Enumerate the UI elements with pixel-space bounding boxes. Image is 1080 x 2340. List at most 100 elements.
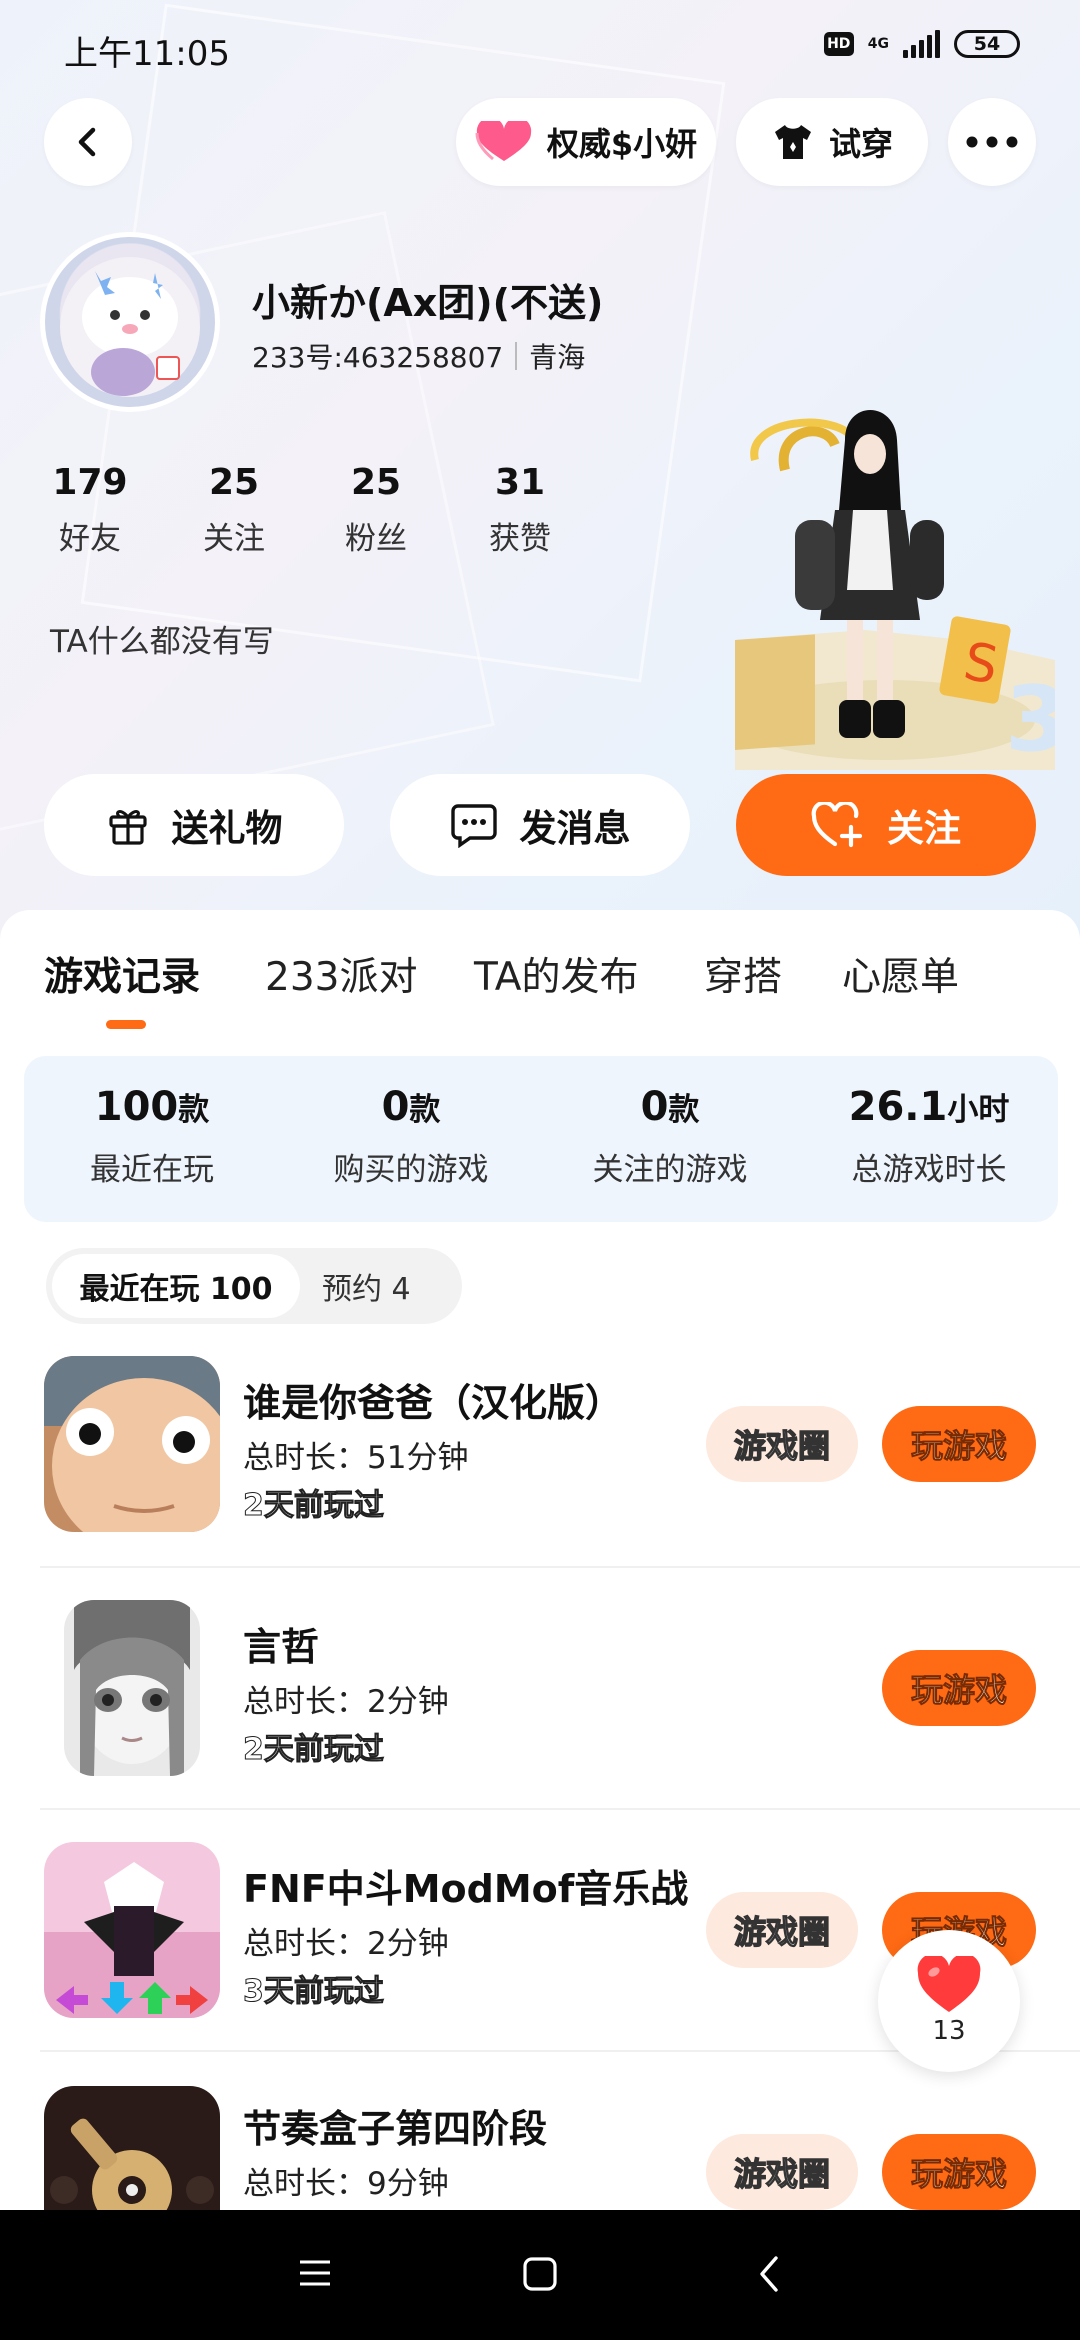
stat-value: 179 xyxy=(52,462,128,503)
filter-reserve[interactable]: 预约 4 xyxy=(322,1254,411,1318)
play-game-button[interactable]: 玩游戏 xyxy=(882,2134,1036,2210)
summary-value: 100款 xyxy=(94,1084,210,1130)
summary-label: 最近在玩 xyxy=(90,1152,214,1188)
game-last-played: 3天前玩过 xyxy=(243,1974,385,2010)
system-navigation-bar xyxy=(0,2210,1080,2340)
stat-value: 25 xyxy=(208,462,260,503)
like-floating-button[interactable]: 13 xyxy=(878,1930,1020,2072)
tshirt-icon xyxy=(774,125,811,159)
game-last-played: 2天前玩过 xyxy=(243,1488,385,1524)
menu-icon[interactable] xyxy=(298,2256,332,2290)
game-title: 谁是你爸爸（汉化版） xyxy=(243,1381,624,1425)
heart-icon xyxy=(475,121,531,161)
tab-indicator xyxy=(106,1020,146,1029)
avatar[interactable] xyxy=(40,232,220,412)
back-nav-icon[interactable] xyxy=(756,2254,782,2294)
stat-friends[interactable]: 179 好友 xyxy=(30,462,150,558)
status-time: 上午11:05 xyxy=(64,34,230,74)
back-arrow-icon xyxy=(78,127,96,157)
game-circle-button[interactable]: 游戏圈 xyxy=(706,1892,858,1968)
svg-text:3: 3 xyxy=(1005,667,1055,770)
stat-fans[interactable]: 25 粉丝 xyxy=(316,462,436,558)
gift-icon xyxy=(108,810,147,845)
avatar-image xyxy=(60,257,200,397)
try-on-button[interactable]: 试穿 xyxy=(736,98,928,186)
play-game-button[interactable]: 玩游戏 xyxy=(882,1650,1036,1726)
stat-label: 粉丝 xyxy=(345,521,407,557)
tab-233-party[interactable]: 233派对 xyxy=(265,946,417,1002)
tab-wishlist[interactable]: 心愿单 xyxy=(842,946,959,1002)
summary-purchased[interactable]: 0款 购买的游戏 xyxy=(291,1084,531,1189)
signal-icon xyxy=(903,30,940,58)
game-last-played: 2天前玩过 xyxy=(243,1732,385,1768)
game-circle-button[interactable]: 游戏圈 xyxy=(706,1406,858,1482)
battery-icon: 54 xyxy=(954,30,1020,58)
title-tag-label: 权威$小妍 xyxy=(546,125,698,163)
stat-label: 关注 xyxy=(203,521,265,557)
follow-label: 关注 xyxy=(887,807,961,850)
stat-likes[interactable]: 31 获赞 xyxy=(460,462,580,558)
divider xyxy=(40,1566,1080,1568)
home-icon[interactable] xyxy=(522,2256,558,2292)
summary-value: 0款 xyxy=(381,1084,441,1130)
user-region: 青海 xyxy=(529,341,586,374)
game-icon xyxy=(44,1842,220,2018)
user-id-row: 233号:463258807 青海 xyxy=(252,336,585,376)
game-circle-button[interactable]: 游戏圈 xyxy=(706,2134,858,2210)
title-tag-button[interactable]: 权威$小妍 xyxy=(456,98,716,186)
stat-value: 25 xyxy=(350,462,402,503)
send-message-label: 发消息 xyxy=(519,807,631,850)
summary-followed[interactable]: 0款 关注的游戏 xyxy=(550,1084,790,1189)
filter-recent[interactable]: 最近在玩 100 xyxy=(52,1254,300,1318)
game-icon xyxy=(44,1356,220,1532)
summary-recent[interactable]: 100款 最近在玩 xyxy=(32,1084,272,1189)
game-list-item[interactable]: 言哲 总时长：2分钟 2天前玩过 玩游戏 xyxy=(0,1596,1080,1836)
more-button[interactable] xyxy=(948,98,1036,186)
user-name: 小新か(Ax团)(不送) xyxy=(252,281,604,325)
divider xyxy=(40,1808,1080,1810)
summary-playtime[interactable]: 26.1小时 总游戏时长 xyxy=(809,1084,1049,1189)
like-count: 13 xyxy=(932,2016,966,2046)
send-message-button[interactable]: 发消息 xyxy=(390,774,690,876)
send-gift-label: 送礼物 xyxy=(171,807,283,850)
summary-label: 总游戏时长 xyxy=(851,1152,1007,1188)
stat-following[interactable]: 25 关注 xyxy=(174,462,294,558)
stat-value: 31 xyxy=(494,462,546,503)
summary-value: 0款 xyxy=(640,1084,700,1130)
game-title: FNF中斗ModMof音乐战 xyxy=(243,1867,689,1911)
heart-plus-icon xyxy=(811,802,863,848)
user-id: 233号:463258807 xyxy=(252,341,504,374)
tab-posts[interactable]: TA的发布 xyxy=(474,946,638,1002)
game-icon xyxy=(64,1600,200,1776)
hd-icon: HD xyxy=(823,32,854,56)
summary-value: 26.1小时 xyxy=(848,1084,1010,1130)
game-duration: 总时长：51分钟 xyxy=(243,1440,469,1476)
more-dots-icon xyxy=(966,136,1018,148)
status-bar: 上午11:05 HD 4G 54 xyxy=(0,0,1080,100)
heart-icon xyxy=(917,1956,981,2012)
separator xyxy=(515,342,518,370)
game-duration: 总时长：9分钟 xyxy=(243,2166,449,2202)
chat-bubble-icon xyxy=(450,804,497,848)
user-bio: TA什么都没有写 xyxy=(50,624,274,660)
game-title: 节奏盒子第四阶段 xyxy=(243,2107,548,2151)
send-gift-button[interactable]: 送礼物 xyxy=(44,774,344,876)
tab-game-records[interactable]: 游戏记录 xyxy=(44,946,200,1002)
game-list-item[interactable]: 谁是你爸爸（汉化版） 总时长：51分钟 2天前玩过 游戏圈 玩游戏 xyxy=(0,1352,1080,1592)
stat-label: 好友 xyxy=(59,521,121,557)
follow-button[interactable]: 关注 xyxy=(736,774,1036,876)
game-list-item[interactable]: 节奏盒子第四阶段 总时长：9分钟 游戏圈 玩游戏 xyxy=(0,2082,1080,2210)
summary-label: 购买的游戏 xyxy=(333,1152,489,1188)
try-on-label: 试穿 xyxy=(828,125,893,163)
game-duration: 总时长：2分钟 xyxy=(243,1926,449,1962)
back-button[interactable] xyxy=(44,98,132,186)
game-duration: 总时长：2分钟 xyxy=(243,1684,449,1720)
tab-outfits[interactable]: 穿搭 xyxy=(704,946,782,1002)
network-label: 4G xyxy=(867,36,889,52)
game-title: 言哲 xyxy=(243,1625,320,1669)
stat-label: 获赞 xyxy=(489,521,551,557)
avatar-character-image[interactable]: S 3 xyxy=(735,390,1055,770)
play-game-button[interactable]: 玩游戏 xyxy=(882,1406,1036,1482)
summary-label: 关注的游戏 xyxy=(592,1152,748,1188)
game-icon xyxy=(44,2086,220,2210)
